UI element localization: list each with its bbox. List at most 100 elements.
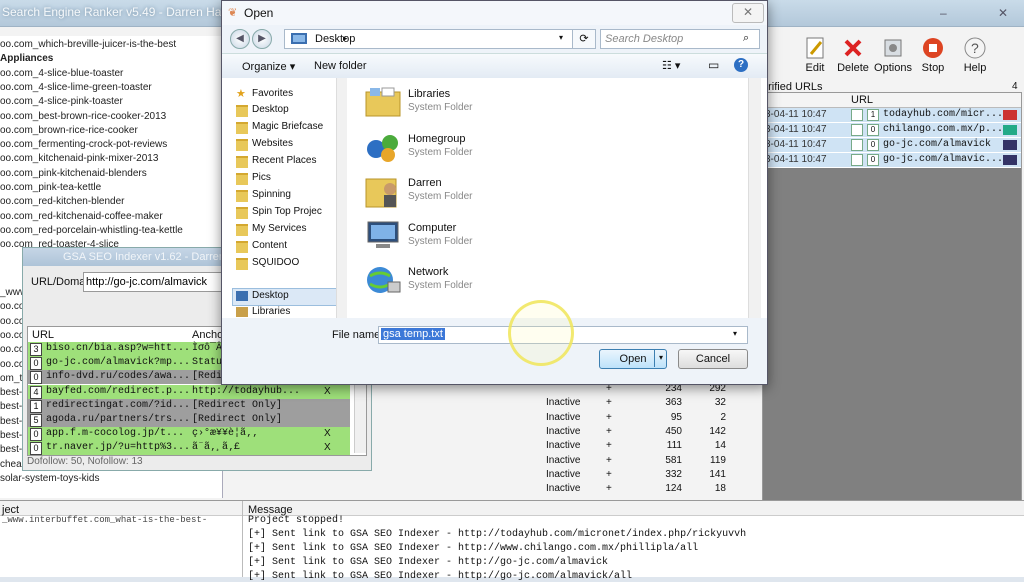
verified-row[interactable]: 3-04-11 10:47 0 go-jc.com/almavic... [763, 153, 1021, 168]
nav-item-websites[interactable]: Websites [252, 138, 293, 149]
project-status-row[interactable]: +234 292 [546, 383, 736, 397]
organize-button[interactable]: Organize ▾ [242, 60, 295, 73]
verified-row[interactable]: 3-04-11 10:47 0 go-jc.com/almavick [763, 138, 1021, 153]
close-icon[interactable]: ✕ [732, 3, 764, 23]
project-list-item[interactable]: solar-system-toys-kids [0, 472, 99, 486]
project-list-item[interactable]: oo.com_red-porcelain-whistling-tea-kettl… [0, 224, 183, 238]
file-item-network[interactable]: Network System Folder [364, 260, 624, 304]
project-list-item[interactable]: oo.com_pink-tea-kettle [0, 181, 101, 195]
chevron-down-icon[interactable]: ▾ [559, 33, 563, 42]
verified-row[interactable]: 3-04-11 10:47 0 chilango.com.mx/p... [763, 123, 1021, 138]
project-list-item[interactable]: oo.com_red-kitchen-blender [0, 195, 125, 209]
expand-icon[interactable]: + [606, 426, 612, 437]
nav-item-pics[interactable]: Pics [252, 172, 271, 183]
expand-icon[interactable]: + [606, 440, 612, 451]
nav-item-desktop[interactable]: Desktop [252, 290, 289, 301]
nav-item-my-services[interactable]: My Services [252, 223, 306, 234]
project-list-item[interactable]: oo.com_4-slice-blue-toaster [0, 67, 123, 81]
file-list-pane[interactable]: Libraries System Folder Homegroup System Fo… [350, 78, 746, 318]
gsa-table-row[interactable]: 5 agoda.ru/partners/trs... [Redirect Only] [28, 413, 350, 427]
stop-button[interactable]: Stop [910, 36, 956, 74]
project-list-item[interactable]: oo.com_kitchenaid-pink-mixer-2013 [0, 152, 158, 166]
file-item-computer[interactable]: Computer System Folder [364, 216, 624, 260]
project-list-item[interactable]: oo.com_red-kitchenaid-coffee-maker [0, 210, 163, 224]
refresh-icon[interactable]: ⟳ [572, 29, 596, 49]
project-list-item[interactable]: oo.com_pink-kitchenaid-blenders [0, 167, 147, 181]
flag-icon [1003, 155, 1017, 165]
project-list-item[interactable]: oo.com_brown-rice-rice-cooker [0, 124, 138, 138]
file-list-scrollbar[interactable] [748, 78, 761, 318]
project-list-item[interactable]: oo.com_4-slice-pink-toaster [0, 95, 123, 109]
project-status-row[interactable]: Inactive +111 14 [546, 440, 736, 454]
gsa-table-row[interactable]: 1 redirectingat.com/?id... [Redirect Only] [28, 398, 350, 413]
forward-icon[interactable]: ▶ [252, 29, 272, 49]
file-item-homegroup[interactable]: Homegroup System Folder [364, 127, 624, 171]
nav-item-recent-places[interactable]: Recent Places [252, 155, 316, 166]
nav-item-content[interactable]: Content [252, 240, 287, 251]
search-input[interactable]: Search Desktop ⌕ [600, 29, 760, 49]
nav-item-spin-top-projec[interactable]: Spin Top Projec [252, 206, 322, 217]
nav-item-favorites[interactable]: Favorites [252, 88, 293, 99]
expand-icon[interactable]: + [606, 469, 612, 480]
chevron-down-icon[interactable]: ▾ [733, 329, 737, 338]
project-list-item[interactable]: oo.com_fermenting-crock-pot-reviews [0, 138, 167, 152]
project-list-item[interactable]: oo.com_which-breville-juicer-is-the-best [0, 38, 176, 52]
expand-icon[interactable]: + [606, 483, 612, 494]
expand-icon[interactable]: + [606, 397, 612, 408]
file-item-darren[interactable]: Darren System Folder [364, 171, 624, 215]
project-list-item[interactable]: oo.com_4-slice-lime-green-toaster [0, 81, 152, 95]
nav-item-magic-briefcase[interactable]: Magic Briefcase [252, 121, 323, 132]
project-status-row[interactable]: Inactive +450 142 [546, 426, 736, 440]
minimize-icon[interactable]: – [940, 6, 954, 20]
gsa-table-row[interactable]: 4 bayfed.com/redirect.p... http://todayhub… [28, 384, 350, 399]
file-item-libraries[interactable]: Libraries System Folder [364, 82, 624, 126]
help-icon[interactable]: ? [734, 58, 748, 72]
expand-icon[interactable]: + [606, 455, 612, 466]
svg-text:?: ? [971, 40, 979, 56]
open-dropdown-icon[interactable]: ▾ [654, 349, 667, 367]
verified-url-column-header[interactable]: URL [851, 94, 873, 106]
address-bar[interactable]: Desktop ▸ ▾ [284, 29, 574, 49]
help-button[interactable]: ? Help [952, 36, 998, 74]
nav-item-desktop[interactable]: Desktop [252, 104, 289, 115]
project-status-row[interactable]: Inactive +95 2 [546, 412, 736, 426]
computer-icon [364, 218, 402, 254]
nav-item-squidoo[interactable]: SQUIDOO [252, 257, 299, 268]
back-icon[interactable]: ◀ [230, 29, 250, 49]
row-url: go-jc.com/almavick?mp... [46, 357, 191, 369]
verified-url: go-jc.com/almavic... [883, 154, 1004, 165]
project-list-item[interactable]: Appliances [0, 52, 53, 66]
status-label: Inactive [546, 397, 581, 409]
close-icon[interactable]: ✕ [998, 6, 1012, 20]
verified-urls-table[interactable]: URL 3-04-11 10:47 1 todayhub.com/micr... 3-… [762, 92, 1022, 502]
row-url: tr.naver.jp/?u=http%3... [46, 442, 191, 454]
preview-pane-icon[interactable]: ▭ [708, 58, 719, 72]
breadcrumb-chevron-icon[interactable]: ▸ [343, 33, 348, 44]
project-status-row[interactable]: Inactive +124 18 [546, 483, 736, 497]
flag-icon [1003, 110, 1017, 120]
search-icon[interactable]: ⌕ [743, 32, 749, 45]
options-icon [881, 36, 905, 60]
url-column-header[interactable]: URL [32, 329, 54, 341]
nav-item-label: SQUIDOO [252, 257, 300, 268]
project-status-row[interactable]: Inactive +581 119 [546, 455, 736, 469]
project-status-list: +234 292 Inactive +363 32 Inactive +95 2 Inactiv… [410, 382, 740, 500]
verified-row[interactable]: 3-04-11 10:47 1 todayhub.com/micr... [763, 108, 1021, 123]
folder-icon [236, 224, 248, 236]
nav-item-libraries[interactable]: Libraries [252, 306, 290, 317]
log-line: Project stopped! [248, 515, 345, 526]
cancel-button[interactable]: Cancel [678, 349, 748, 369]
expand-icon[interactable]: + [606, 412, 612, 423]
project-status-row[interactable]: Inactive +332 141 [546, 469, 736, 483]
project-list-item[interactable]: oo.com_best-brown-rice-cooker-2013 [0, 110, 166, 124]
navigation-pane[interactable]: Favorites ★ Desktop Magic Briefcase Websites… [222, 78, 347, 318]
verified-date: 3-04-11 10:47 [765, 124, 827, 135]
new-folder-button[interactable]: New folder [314, 60, 367, 72]
nav-item-spinning[interactable]: Spinning [252, 189, 291, 200]
nav-pane-scrollbar[interactable] [336, 78, 347, 318]
view-options-icon[interactable]: ☷ ▾ [662, 59, 680, 72]
project-status-row[interactable]: Inactive +363 32 [546, 397, 736, 411]
address-path: Desktop [315, 33, 356, 45]
gsa-table-row[interactable]: 0 app.f.m-cocolog.jp/t... ç›°æ¥¥è¦ã‚‚ X [28, 427, 350, 442]
gsa-table-row[interactable]: 0 tr.naver.jp/?u=http%3... ã¨ã‚¸ã‚£ X [28, 441, 350, 456]
